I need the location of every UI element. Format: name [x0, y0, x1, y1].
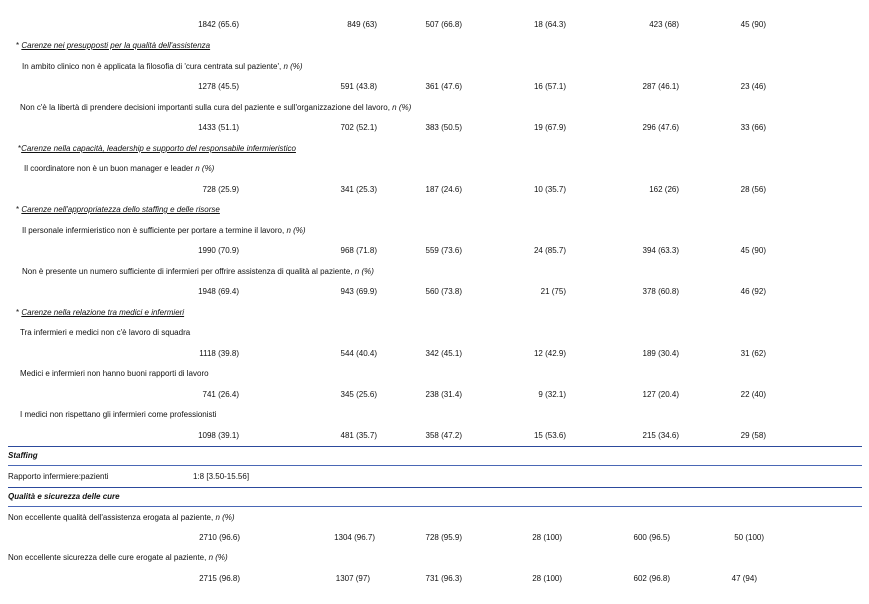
item-label: Non eccellente qualità dell'assistenza e…	[8, 513, 235, 522]
value-cell: 127 (20.4)	[642, 390, 679, 399]
item-label: Non è presente un numero sufficiente di …	[22, 267, 374, 276]
value-cell: 28 (100)	[532, 574, 562, 583]
value-cell: 1948 (69.4)	[198, 287, 239, 296]
value-cell: 296 (47.6)	[642, 123, 679, 132]
table-row: 1948 (69.4) 943 (69.9) 560 (73.8) 21 (75…	[0, 287, 869, 297]
value-cell: 50 (100)	[734, 533, 764, 542]
value-cell: 943 (69.9)	[340, 287, 377, 296]
table-row: 741 (26.4) 345 (25.6) 238 (31.4) 9 (32.1…	[0, 390, 869, 400]
value-cell: 28 (56)	[740, 185, 766, 194]
value-cell: 728 (25.9)	[202, 185, 239, 194]
value-cell: 47 (94)	[731, 574, 757, 583]
value-cell: 394 (63.3)	[642, 246, 679, 255]
value-cell: 287 (46.1)	[642, 82, 679, 91]
value-cell: 189 (30.4)	[642, 349, 679, 358]
table-row: 2710 (96.6) 1304 (96.7) 728 (95.9) 28 (1…	[0, 533, 869, 543]
value-cell: 1304 (96.7)	[334, 533, 375, 542]
value-cell: 1842 (65.6)	[198, 20, 239, 29]
value-cell: 544 (40.4)	[340, 349, 377, 358]
value-cell: 24 (85.7)	[533, 246, 566, 255]
item-label: Il coordinatore non è un buon manager e …	[24, 164, 215, 173]
value-cell: 507 (66.8)	[425, 20, 462, 29]
item-label: Il personale infermieristico non è suffi…	[22, 226, 306, 235]
table-rule	[8, 446, 862, 447]
item-label: Non eccellente sicurezza delle cure erog…	[8, 553, 228, 562]
value-cell: 22 (40)	[740, 390, 766, 399]
value-cell: 602 (96.8)	[633, 574, 670, 583]
value-cell: 728 (95.9)	[425, 533, 462, 542]
table-rule	[8, 506, 862, 507]
value-cell: 15 (53.6)	[533, 431, 566, 440]
value-cell: 345 (25.6)	[340, 390, 377, 399]
category-heading: * Carenze nell'appropriatezza dello staf…	[16, 205, 220, 214]
table-rule	[8, 487, 862, 488]
value-cell: 2710 (96.6)	[199, 533, 240, 542]
value-cell: 1990 (70.9)	[198, 246, 239, 255]
value-cell: 560 (73.8)	[425, 287, 462, 296]
value-cell: 21 (75)	[540, 287, 566, 296]
value-cell: 19 (67.9)	[533, 123, 566, 132]
value-cell: 12 (42.9)	[533, 349, 566, 358]
value-cell: 423 (68)	[649, 20, 679, 29]
category-heading: *Carenze nella capacità, leadership e su…	[18, 144, 296, 153]
value-cell: 31 (62)	[740, 349, 766, 358]
value-cell: 46 (92)	[740, 287, 766, 296]
value-cell: 238 (31.4)	[425, 390, 462, 399]
value-cell: 1278 (45.5)	[198, 82, 239, 91]
value-cell: 23 (46)	[740, 82, 766, 91]
value-cell: 28 (100)	[532, 533, 562, 542]
value-cell: 378 (60.8)	[642, 287, 679, 296]
item-label: I medici non rispettano gli infermieri c…	[20, 410, 217, 419]
value-cell: 45 (90)	[740, 246, 766, 255]
value-cell: 1098 (39.1)	[198, 431, 239, 440]
value-cell: 187 (24.6)	[425, 185, 462, 194]
value-cell: 1433 (51.1)	[198, 123, 239, 132]
value-cell: 849 (63)	[347, 20, 377, 29]
value-cell: 162 (26)	[649, 185, 679, 194]
table-row: 1278 (45.5) 591 (43.8) 361 (47.6) 16 (57…	[0, 82, 869, 92]
value-cell: 29 (58)	[740, 431, 766, 440]
value-cell: 731 (96.3)	[425, 574, 462, 583]
table-row: 1990 (70.9) 968 (71.8) 559 (73.6) 24 (85…	[0, 246, 869, 256]
value-cell: 16 (57.1)	[533, 82, 566, 91]
value-cell: 481 (35.7)	[340, 431, 377, 440]
value-cell: 18 (64.3)	[533, 20, 566, 29]
value-cell: 342 (45.1)	[425, 349, 462, 358]
value-cell: 2715 (96.8)	[199, 574, 240, 583]
item-label: In ambito clinico non è applicata la fil…	[22, 62, 303, 71]
value-cell: 215 (34.6)	[642, 431, 679, 440]
item-label: Medici e infermieri non hanno buoni rapp…	[20, 369, 209, 378]
category-heading: * Carenze nella relazione tra medici e i…	[16, 308, 185, 317]
section-heading: Staffing	[8, 451, 38, 460]
value-cell: 591 (43.8)	[340, 82, 377, 91]
table-rule	[8, 465, 862, 466]
value-cell: 600 (96.5)	[633, 533, 670, 542]
value-cell: 9 (32.1)	[538, 390, 566, 399]
value-cell: 383 (50.5)	[425, 123, 462, 132]
value-cell: 559 (73.6)	[425, 246, 462, 255]
table-row: 728 (25.9) 341 (25.3) 187 (24.6) 10 (35.…	[0, 185, 869, 195]
table-row: 1842 (65.6) 849 (63) 507 (66.8) 18 (64.3…	[0, 20, 869, 30]
value-cell: 968 (71.8)	[340, 246, 377, 255]
value-cell: 341 (25.3)	[340, 185, 377, 194]
table-row: 1118 (39.8) 544 (40.4) 342 (45.1) 12 (42…	[0, 349, 869, 359]
value-cell: 358 (47.2)	[425, 431, 462, 440]
ratio-label: Rapporto infermiere:pazienti	[8, 472, 109, 481]
value-cell: 10 (35.7)	[533, 185, 566, 194]
value-cell: 33 (66)	[740, 123, 766, 132]
value-cell: 702 (52.1)	[340, 123, 377, 132]
table-row: 2715 (96.8) 1307 (97) 731 (96.3) 28 (100…	[0, 574, 869, 584]
category-heading: * Carenze nei presupposti per la qualità…	[16, 41, 211, 50]
table-row: 1433 (51.1) 702 (52.1) 383 (50.5) 19 (67…	[0, 123, 869, 133]
value-cell: 1307 (97)	[335, 574, 370, 583]
section-heading: Qualità e sicurezza delle cure	[8, 492, 120, 501]
table-row: 1098 (39.1) 481 (35.7) 358 (47.2) 15 (53…	[0, 431, 869, 441]
ratio-value: 1:8 [3.50-15.56]	[193, 472, 250, 481]
item-label: Tra infermieri e medici non c'è lavoro d…	[20, 328, 191, 337]
value-cell: 1118 (39.8)	[199, 349, 239, 358]
item-label: Non c'è la libertà di prendere decisioni…	[20, 103, 412, 112]
value-cell: 45 (90)	[740, 20, 766, 29]
value-cell: 741 (26.4)	[202, 390, 239, 399]
value-cell: 361 (47.6)	[425, 82, 462, 91]
